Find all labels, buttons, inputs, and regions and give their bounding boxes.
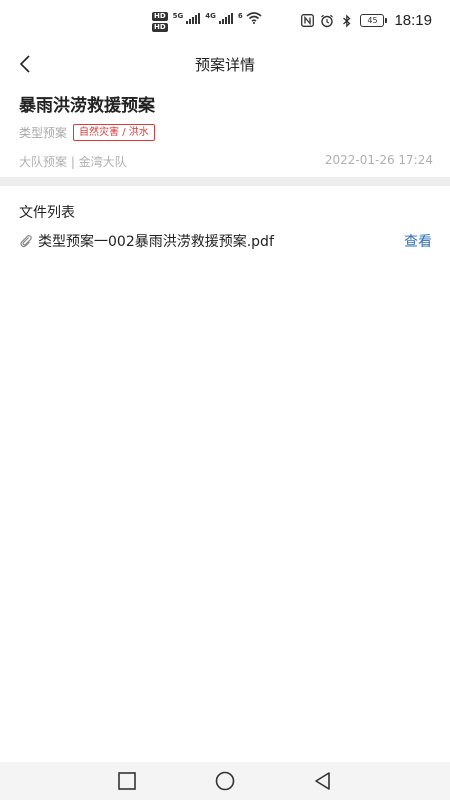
sim2-hd-badge: HD <box>152 23 168 32</box>
recent-apps-icon[interactable] <box>116 770 138 792</box>
page-title: 预案详情 <box>194 56 255 74</box>
signal-bars-1-icon <box>186 12 201 24</box>
back-triangle-icon[interactable] <box>312 770 334 792</box>
network-type-2: 4G <box>205 12 216 20</box>
category-tag: 自然灾害 / 洪水 <box>73 124 155 141</box>
file-list-title: 文件列表 <box>19 205 75 221</box>
view-file-link[interactable]: 查看 <box>404 231 432 251</box>
battery-icon: 45 <box>360 14 388 27</box>
signal-indicators: HD HD 5G 4G 6 <box>152 12 262 32</box>
status-bar: HD HD 5G 4G 6 45 18:19 <box>0 0 450 44</box>
file-list-item: 类型预案一002暴雨洪涝救援预案.pdf 查看 <box>19 230 432 252</box>
network-type-1: 5G <box>172 12 184 20</box>
paperclip-icon <box>20 235 32 248</box>
bluetooth-icon <box>340 14 354 28</box>
wifi-icon <box>246 12 262 24</box>
nfc-icon <box>300 14 314 28</box>
home-icon[interactable] <box>214 770 236 792</box>
alarm-icon <box>320 14 334 28</box>
system-nav-bar <box>0 762 450 800</box>
plan-source: 大队预案 | 金湾大队 <box>19 155 127 169</box>
plan-meta-row: 大队预案 | 金湾大队 2022-01-26 17:24 <box>19 153 433 170</box>
clock: 18:19 <box>394 12 432 29</box>
plan-type-row: 类型预案 自然灾害 / 洪水 <box>19 124 155 141</box>
plan-title: 暴雨洪涝救援预案 <box>19 96 155 116</box>
plan-date: 2022-01-26 17:24 <box>324 153 433 167</box>
section-divider <box>0 177 450 186</box>
file-name[interactable]: 类型预案一002暴雨洪涝救援预案.pdf <box>38 231 404 251</box>
wifi-badge: 6 <box>237 12 243 20</box>
status-right: 45 18:19 <box>300 12 432 29</box>
app-header: 预案详情 <box>0 44 450 84</box>
signal-bars-2-icon <box>218 12 233 24</box>
sim1-hd-badge: HD <box>152 12 168 21</box>
plan-type-label: 类型预案 <box>19 126 68 140</box>
